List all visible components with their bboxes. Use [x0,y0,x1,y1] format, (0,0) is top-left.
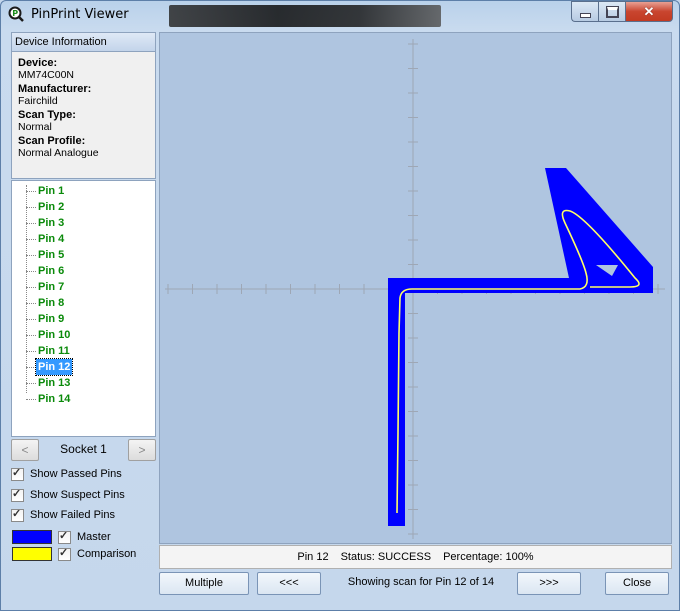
pin-tree[interactable]: Pin 1 Pin 2 Pin 3 Pin 4 Pin 5 Pin 6 Pin 7 Pin 8… [11,180,156,437]
scan-status-label: Showing scan for Pin 12 of 14 [347,576,495,588]
socket-prev-button[interactable]: < [11,439,39,461]
show-passed-pins-label: Show Passed Pins [30,468,122,480]
multiple-button[interactable]: Multiple [159,572,249,595]
scan-type-value: Normal [18,121,52,133]
show-passed-pins-checkbox[interactable]: Show Passed Pins [11,466,122,482]
close-button[interactable]: Close [605,572,669,595]
comparison-checkbox[interactable]: Comparison [58,546,136,562]
device-info-panel: Device Information Device: MM74C00N Manu… [11,32,156,179]
tree-connector [26,351,36,352]
socket-next-button[interactable]: > [128,439,156,461]
comparison-color-swatch [12,547,52,561]
tree-connector [26,287,36,288]
minimize-icon [579,12,591,18]
tree-connector [26,223,36,224]
device-value: MM74C00N [18,69,75,81]
close-window-button[interactable]: ✕ [625,1,673,22]
pin-tree-item[interactable]: Pin 6 [36,263,66,279]
pin-tree-item[interactable]: Pin 10 [36,327,72,343]
pin-tree-item[interactable]: Pin 5 [36,247,66,263]
pin-tree-item[interactable]: Pin 12 [34,358,74,376]
status-bar: Pin 12 Status: SUCCESS Percentage: 100% [159,545,672,569]
maximize-button[interactable] [598,1,625,22]
scan-type-label: Scan Type: [18,109,76,121]
pin-tree-item[interactable]: Pin 4 [36,231,66,247]
pin-tree-item[interactable]: Pin 3 [36,215,66,231]
master-checkbox[interactable]: Master [58,529,111,545]
pin-tree-item[interactable]: Pin 1 [36,183,66,199]
close-icon: ✕ [643,3,655,19]
status-pin: Pin 12 [297,551,329,563]
checkbox-checked-icon [11,487,24,502]
pin-tree-item[interactable]: Pin 8 [36,295,66,311]
title-bar[interactable]: P PinPrint Viewer ✕ [1,1,679,29]
manufacturer-value: Fairchild [18,95,58,107]
maximize-icon [605,5,619,18]
pin-tree-item[interactable]: Pin 14 [36,391,72,407]
checkbox-checked-icon [11,466,24,481]
pin-tree-item[interactable]: Pin 13 [36,375,72,391]
tree-connector [26,319,36,320]
pin-tree-item[interactable]: Pin 2 [36,199,66,215]
master-trace [388,168,653,526]
pinprint-graph [159,32,672,544]
status-percentage: Percentage: 100% [443,551,534,563]
app-window: P PinPrint Viewer ✕ Device Information D… [0,0,680,611]
tree-connector [26,191,36,192]
master-color-swatch [12,530,52,544]
scan-profile-value: Normal Analogue [18,147,99,159]
tree-connector [26,207,36,208]
scan-profile-label: Scan Profile: [18,135,86,147]
vi-curve-plot [165,39,665,539]
checkbox-checked-icon [58,529,71,544]
tree-connector [26,255,36,256]
checkbox-checked-icon [58,546,71,561]
pin-tree-item[interactable]: Pin 7 [36,279,66,295]
pin-tree-item[interactable]: Pin 9 [36,311,66,327]
checkbox-checked-icon [11,507,24,522]
tree-connector [26,239,36,240]
device-info-header: Device Information [12,33,155,52]
show-failed-pins-label: Show Failed Pins [30,509,115,521]
tree-connector [26,367,36,368]
show-failed-pins-checkbox[interactable]: Show Failed Pins [11,507,115,523]
status-text: Status: SUCCESS [340,551,432,563]
title-bar-background [169,5,441,27]
show-suspect-pins-label: Show Suspect Pins [30,489,125,501]
socket-navigator: < Socket 1 > [11,439,156,461]
pin-tree-item[interactable]: Pin 11 [36,343,72,359]
tree-connector [26,271,36,272]
socket-label: Socket 1 [60,442,107,456]
app-logo-icon: P [8,6,24,22]
next-pin-button[interactable]: >>> [517,572,581,595]
device-label: Device: [18,57,58,69]
tree-connector [26,399,36,400]
show-suspect-pins-checkbox[interactable]: Show Suspect Pins [11,487,125,503]
tree-connector [26,185,27,393]
manufacturer-label: Manufacturer: [18,83,92,95]
tree-connector [26,383,36,384]
comparison-label: Comparison [77,548,137,560]
svg-text:P: P [12,9,18,18]
tree-connector [26,303,36,304]
minimize-button[interactable] [571,1,598,22]
master-label: Master [77,531,111,543]
tree-connector [26,335,36,336]
previous-pin-button[interactable]: <<< [257,572,321,595]
window-title: PinPrint Viewer [31,7,129,22]
